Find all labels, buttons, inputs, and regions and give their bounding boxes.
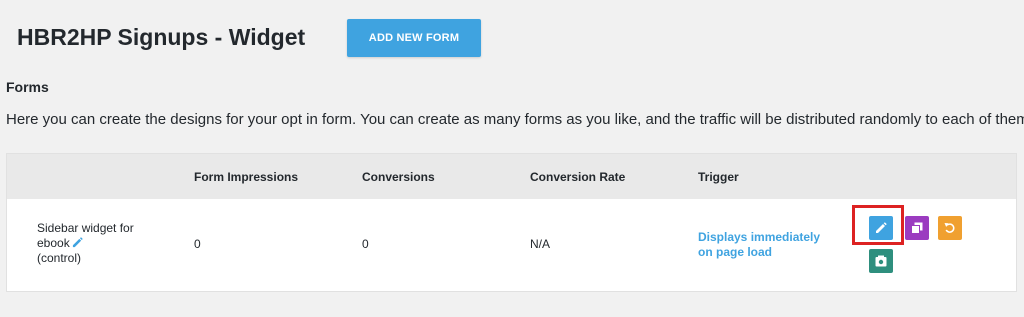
form-name-line1: Sidebar widget for: [37, 221, 134, 235]
edit-form-button[interactable]: [869, 216, 893, 240]
conversion-rate-cell: N/A: [530, 237, 551, 251]
form-name-line3: (control): [37, 251, 82, 265]
trigger-line2: on page load: [698, 245, 773, 259]
impressions-cell: 0: [194, 237, 201, 251]
forms-heading: Forms: [6, 79, 49, 95]
save-icon: [875, 255, 887, 267]
column-header-trigger: Trigger: [698, 170, 739, 184]
trigger-line1: Displays immediately: [698, 230, 821, 244]
copy-icon: [911, 222, 923, 234]
duplicate-form-button[interactable]: [905, 216, 929, 240]
reset-form-button[interactable]: [938, 216, 962, 240]
pencil-icon: [875, 222, 887, 234]
conversions-cell: 0: [362, 237, 369, 251]
table-header: Form Impressions Conversions Conversion …: [7, 154, 1016, 199]
page-title: HBR2HP Signups - Widget: [17, 24, 306, 50]
trigger-link[interactable]: Displays immediately on page load: [698, 230, 828, 260]
add-new-form-button[interactable]: ADD NEW FORM: [347, 19, 481, 57]
column-header-impressions: Form Impressions: [194, 170, 299, 184]
column-header-conversions: Conversions: [362, 170, 435, 184]
column-header-conversion-rate: Conversion Rate: [530, 170, 626, 184]
forms-description: Here you can create the designs for your…: [6, 111, 1024, 128]
form-name-cell: Sidebar widget for ebook (control): [37, 221, 157, 266]
form-name-line2: ebook: [37, 236, 70, 250]
forms-table: Form Impressions Conversions Conversion …: [6, 153, 1017, 292]
undo-icon: [944, 222, 956, 234]
save-form-button[interactable]: [869, 249, 893, 273]
rename-pencil-icon[interactable]: [72, 237, 83, 248]
